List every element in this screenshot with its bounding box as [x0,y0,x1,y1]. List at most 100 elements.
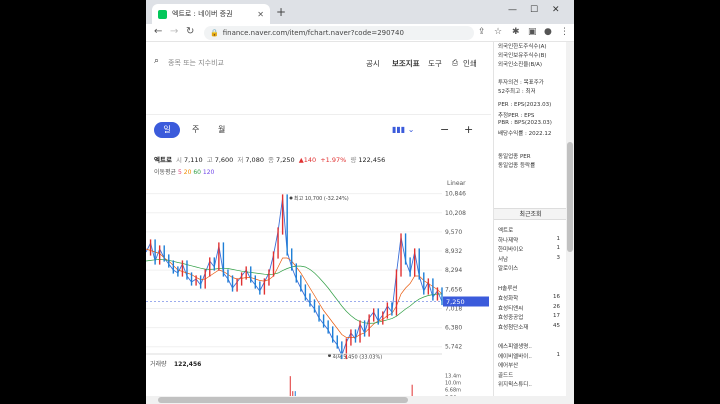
ma-20[interactable]: 20 [184,169,192,176]
recent-views-header: 최근조회 [494,208,567,220]
y-tick-label: 5,742 [445,344,462,351]
per-line: PBR : BPS(2023.03) [498,120,552,126]
menu-kebab-icon[interactable]: ⋮ [560,27,569,37]
y-tick-label: 10,846 [445,191,466,198]
price-change: ▲140 [298,156,317,164]
volume-value: 122,456 [358,156,386,164]
browser-toolbar: ← → ↻ 🔒 finance.naver.com/item/fchart.na… [146,24,574,42]
recent-more-item: 골드드 [498,372,514,379]
profile-avatar-icon[interactable]: ● [544,27,552,37]
foreign-info-line: 외국인소진율(B/A) [498,62,543,68]
reload-icon[interactable]: ↻ [186,26,194,37]
back-icon[interactable]: ← [154,26,162,37]
share-icon[interactable]: ⇪ [478,27,486,37]
ma-120[interactable]: 120 [203,169,214,176]
print-button[interactable]: 인쇄 [463,58,477,69]
low-label: 저 [237,156,244,164]
recent-item: 하나제약 [498,237,519,244]
volume-value: 122,456 [174,361,201,368]
max-point [289,196,293,200]
maximize-icon[interactable]: ☐ [530,5,538,15]
close-tab-icon[interactable]: ✕ [257,10,264,19]
period-week-tab[interactable]: 주 [192,122,199,138]
period-day-tab[interactable]: 일 [154,122,180,138]
close-label: 종 [268,156,275,164]
tools-button[interactable]: 도구 [428,58,442,69]
theme-item: 효성화학 [498,296,519,302]
theme-item-count: 16 [553,294,560,300]
recent-more-item: 위지윅스튜디.. [498,382,532,388]
browser-tab[interactable]: 엑트로 : 네이버 증권 ✕ [152,4,270,24]
minimize-icon[interactable]: — [508,5,517,15]
horizontal-scrollbar[interactable] [146,396,566,404]
theme-item: 효성티앤씨 [498,305,524,312]
close-window-icon[interactable]: ✕ [552,5,560,15]
url-text: finance.naver.com/item/fchart.naver?code… [222,29,404,37]
disclosure-button[interactable]: 공시 [366,58,380,69]
search-icon[interactable]: ⌕ [154,56,159,66]
extensions-icon[interactable]: ✱ [512,27,520,37]
per-line: 추정PER : EPS [498,113,535,119]
price-change-pct: +1.97% [320,156,347,164]
foreign-info-line: 외국인보유주식수(B) [498,53,547,59]
y-tick-label: 9,570 [445,229,462,236]
address-bar[interactable]: 🔒 finance.naver.com/item/fchart.naver?co… [204,26,474,40]
moving-average-row: 이동평균 5 20 60 120 [154,167,214,176]
theme-item: 효성첨단소재 [498,324,529,331]
stock-info-row: 엑트로 시 7,110 고 7,600 저 7,080 종 7,250 ▲140 +1.… [154,154,387,164]
lock-icon: 🔒 [210,29,219,37]
volume-tick-label: 13.4m [445,373,461,379]
y-tick-label: 8,294 [445,267,462,274]
browser-window: 엑트로 : 네이버 증권 ✕ + — ☐ ✕ ← → ↻ 🔒 finance.n… [146,0,574,404]
opinion-line: 투자의견 : 목표주가 [498,80,544,86]
new-tab-icon[interactable]: + [276,5,286,19]
search-input[interactable]: 종목 또는 지수비교 [168,58,224,68]
open-price: 7,110 [184,156,203,164]
scroll-thumb[interactable] [567,142,573,252]
print-icon[interactable]: ⎙ [452,58,458,68]
foreign-info-line: 외국인한도주식수(A) [498,44,547,50]
recent-more-count: 1 [556,351,561,358]
scale-label: Linear [447,180,466,187]
recent-item: 서남 [498,256,509,263]
recent-more-item: 에이비엘바이.. [498,353,532,360]
recent-more-item: 에스피엘생명.. [498,344,532,350]
close-price: 7,250 [276,156,295,164]
ma-5[interactable]: 5 [178,169,182,176]
y-tick-label: 7,018 [445,305,462,312]
y-tick-label: 8,932 [445,248,462,255]
recent-item: 한미바이오 [498,247,524,253]
volume-label: 량 [350,156,357,164]
recent-item: 알로이스 [498,266,519,272]
bookmark-star-icon[interactable]: ☆ [494,27,502,37]
ma-60[interactable]: 60 [193,169,201,176]
theme-item: 효성중공업 [498,315,524,321]
sidepanel-icon[interactable]: ▣ [528,27,537,37]
recent-item-count: 1 [556,245,561,251]
current-price-label: 7,250 [446,298,465,306]
price-chart[interactable]: 10,846 10,208 9,570 8,932 8,294 7,656 7,018 6,3… [146,178,491,404]
stock-name: 엑트로 [154,156,172,164]
divider [146,114,491,115]
volume-tick-label: 10.0m [445,381,461,387]
vertical-scrollbar[interactable] [566,42,574,404]
period-month-tab[interactable]: 월 [218,122,225,138]
volume-tick-label: 6.68m [445,388,461,394]
hscroll-thumb[interactable] [158,397,408,403]
max-annotation: 최고 10,700 (-32.24%) [294,195,349,202]
min-annotation: 최저 5,450 (33.03%) [333,354,383,361]
theme-item-count: 26 [553,303,560,310]
forward-icon[interactable]: → [170,26,178,37]
zoom-out-icon[interactable]: − [440,122,449,138]
indicator-button[interactable]: 보조지표 [392,58,420,69]
zoom-in-icon[interactable]: + [464,122,473,138]
low-price: 7,080 [245,156,264,164]
recent-item-count: 1 [556,235,561,242]
ma-label: 이동평균 [154,169,177,176]
y-tick-label: 7,656 [445,286,462,293]
price-chart-svg[interactable]: 10,846 10,208 9,570 8,932 8,294 7,656 7,018 6,3… [146,178,491,404]
per-line: PER : EPS(2023.03) [498,102,552,108]
recent-more-item: 에어부산 [498,363,519,369]
candle-type-icon[interactable]: ▮▮▮ ⌄ [392,122,414,138]
tab-title: 엑트로 : 네이버 증권 [172,10,233,18]
